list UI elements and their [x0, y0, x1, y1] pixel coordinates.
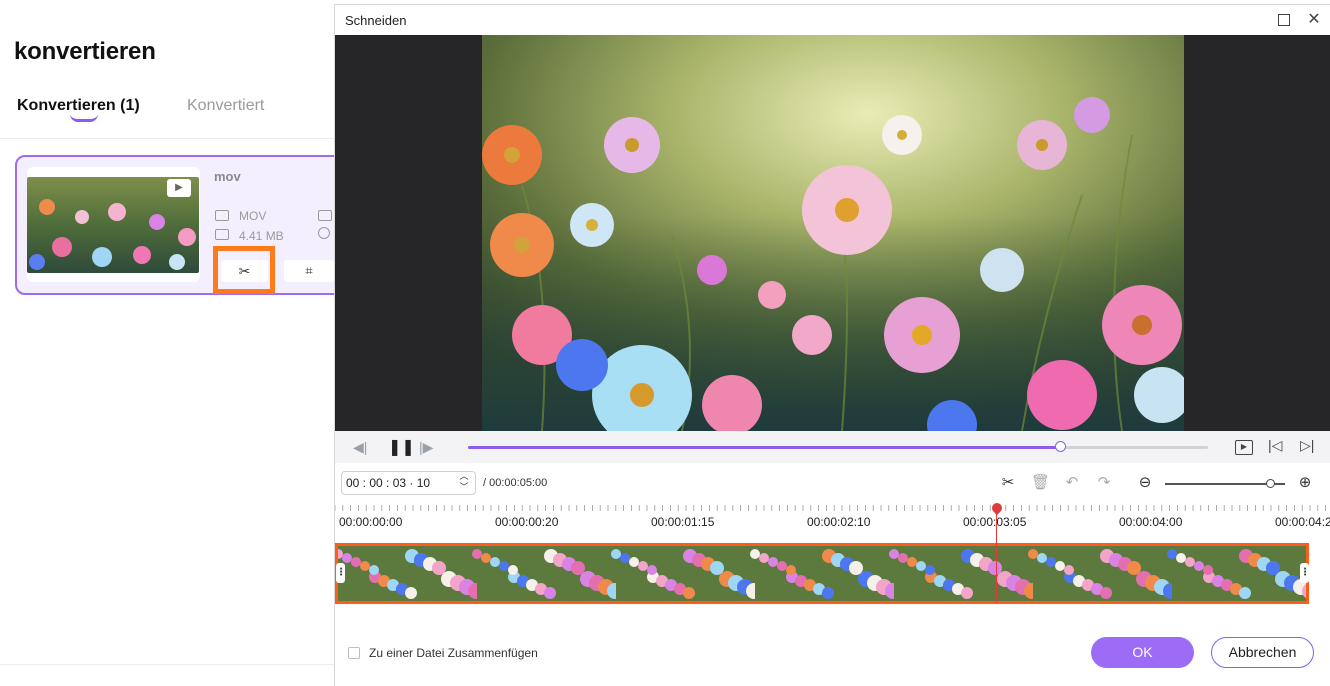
ruler-label: 00:00:04:2: [1275, 515, 1330, 529]
clip-frame: [338, 546, 484, 601]
dialog-title: Schneiden: [345, 13, 407, 28]
cut-dialog: Schneiden ✕ ◀| ❚❚ |▶ ▶ |◁ ▷| 00: 00: 0…: [334, 4, 1330, 686]
tabs-divider: [0, 138, 334, 139]
playhead-line: [996, 510, 997, 603]
page-title: konvertieren: [14, 38, 156, 65]
video-format-icon: [215, 210, 229, 221]
cut-button[interactable]: ✂: [221, 260, 268, 282]
clip-frame: [472, 546, 623, 601]
video-preview[interactable]: [335, 35, 1330, 431]
total-duration: / 00:00:05:00: [483, 477, 548, 489]
resolution-icon: [318, 210, 332, 221]
clip-frame: [750, 546, 901, 601]
clip-frame: [889, 546, 1040, 601]
clock-icon: [318, 227, 330, 239]
scissors-icon: ✂: [1001, 474, 1015, 491]
flower-field-video-image: [482, 35, 1184, 431]
previous-frame-icon: ◀|: [353, 439, 368, 455]
jump-to-start-button[interactable]: |◁: [1268, 437, 1282, 454]
timecode-stepper[interactable]: ︿ ﹀: [453, 471, 475, 495]
zoom-slider-handle[interactable]: [1265, 479, 1275, 488]
next-frame-icon: |▶: [419, 439, 434, 455]
video-preview-icon: ▶: [1235, 440, 1253, 455]
panel-footer-divider: [0, 664, 334, 665]
playback-progress-handle[interactable]: [1055, 441, 1066, 452]
active-tab-indicator: [70, 114, 98, 122]
file-name: mov: [214, 169, 241, 184]
next-frame-button[interactable]: |▶: [419, 439, 433, 456]
zoom-in-button[interactable]: ⊕: [1296, 474, 1314, 492]
pause-icon: ❚❚: [388, 439, 415, 456]
ruler-label: 00:00:03:05: [963, 515, 1027, 529]
jump-to-end-button[interactable]: ▷|: [1300, 437, 1314, 454]
merge-checkbox-label[interactable]: Zu einer Datei Zusammenfügen: [369, 646, 538, 660]
trash-icon: 🗑: [1031, 474, 1051, 491]
preview-play-button[interactable]: ▶: [1235, 436, 1253, 455]
clip-frame: [1028, 546, 1179, 601]
zoom-out-button[interactable]: ⊖: [1136, 474, 1154, 492]
video-clip-strip[interactable]: [335, 543, 1309, 604]
file-format: MOV: [239, 209, 267, 223]
close-button[interactable]: ✕: [1305, 11, 1323, 29]
video-frame: [482, 35, 1184, 431]
maximize-button[interactable]: [1275, 11, 1293, 29]
cancel-button[interactable]: Abbrechen: [1211, 637, 1314, 668]
stepper-up-icon[interactable]: ︿: [453, 471, 475, 482]
zoom-in-icon: ⊕: [1298, 474, 1312, 491]
redo-icon: ↷: [1097, 474, 1111, 491]
ok-button[interactable]: OK: [1091, 637, 1194, 668]
pause-button[interactable]: ❚❚: [388, 437, 415, 457]
undo-button[interactable]: ↶: [1063, 474, 1081, 492]
video-play-icon[interactable]: ▶: [167, 179, 191, 197]
converter-panel: konvertieren Konvertieren (1) Konvertier…: [0, 0, 345, 686]
ruler-label: 00:00:00:20: [495, 515, 559, 529]
crop-icon: ⌗: [305, 263, 313, 278]
redo-button[interactable]: ↷: [1095, 474, 1113, 492]
crop-button[interactable]: ⌗: [284, 260, 334, 282]
trim-end-handle[interactable]: ⋮: [1300, 563, 1310, 583]
tab-converted[interactable]: Konvertiert: [187, 97, 264, 115]
maximize-icon: [1278, 14, 1290, 26]
ruler-label: 00:00:02:10: [807, 515, 871, 529]
folder-icon: [215, 229, 229, 240]
clip-thumbnails: [338, 546, 1306, 601]
zoom-out-icon: ⊖: [1138, 474, 1152, 491]
trim-start-handle[interactable]: ⋮: [336, 563, 346, 583]
close-icon: ✕: [1307, 11, 1321, 28]
playback-progress-fill: [468, 446, 1060, 449]
clip-frame: [1167, 546, 1306, 601]
scissors-icon: ✂: [238, 263, 251, 279]
skip-back-icon: |◁: [1268, 437, 1283, 453]
merge-checkbox[interactable]: [348, 647, 360, 659]
tab-converting[interactable]: Konvertieren (1): [17, 97, 140, 115]
skip-forward-icon: ▷|: [1300, 437, 1315, 453]
timeline-ruler: [335, 505, 1326, 511]
stepper-down-icon[interactable]: ﹀: [453, 482, 475, 493]
clip-frame: [611, 546, 762, 601]
previous-frame-button[interactable]: ◀|: [353, 439, 367, 456]
split-button[interactable]: ✂: [999, 474, 1017, 492]
undo-icon: ↶: [1065, 474, 1079, 491]
ruler-label: 00:00:01:15: [651, 515, 715, 529]
ruler-label: 00:00:04:00: [1119, 515, 1183, 529]
ruler-label: 00:00:00:00: [339, 515, 403, 529]
file-size: 4.41 MB: [239, 229, 284, 243]
delete-button[interactable]: 🗑: [1031, 474, 1051, 492]
